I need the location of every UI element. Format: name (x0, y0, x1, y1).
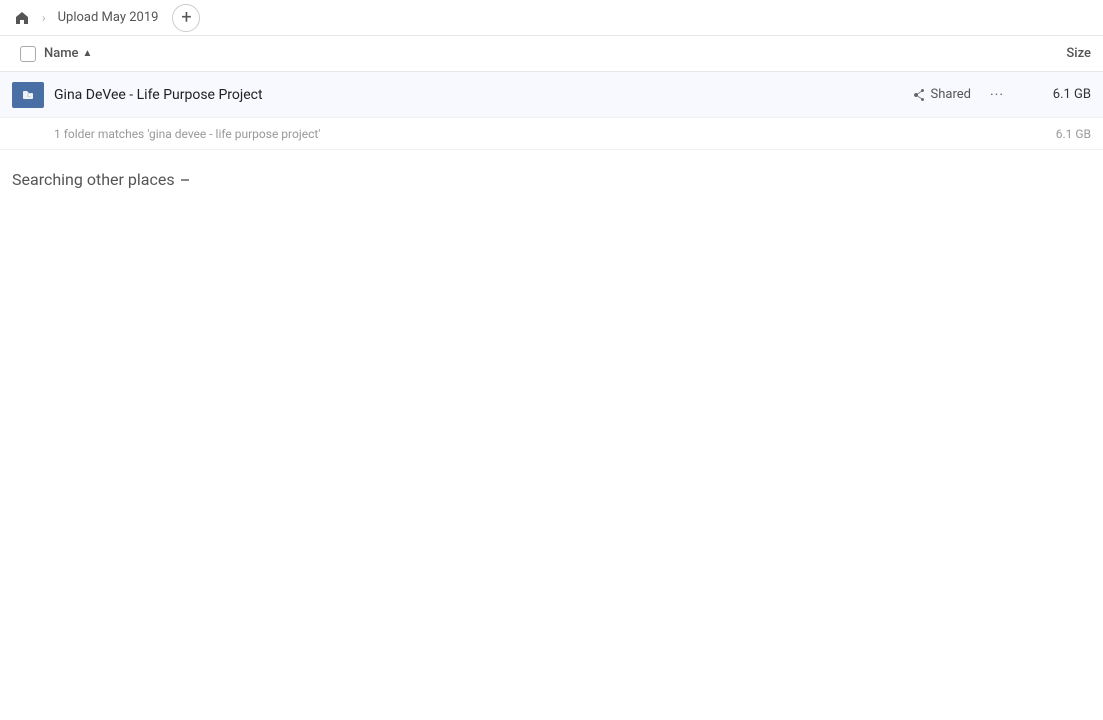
add-button[interactable]: + (172, 4, 200, 32)
home-icon (14, 10, 30, 26)
shared-badge: Shared (912, 87, 971, 102)
file-row[interactable]: Gina DeVee - Life Purpose Project Shared… (0, 72, 1103, 118)
summary-row: 1 folder matches 'gina devee - life purp… (0, 118, 1103, 150)
column-headers: Name ▲ Size (0, 36, 1103, 72)
top-bar: › Upload May 2019 + (0, 0, 1103, 36)
select-all-checkbox[interactable] (20, 46, 36, 62)
file-size: 6.1 GB (1011, 87, 1091, 102)
searching-label: Searching other places (12, 170, 1091, 189)
file-name: Gina DeVee - Life Purpose Project (44, 87, 912, 103)
breadcrumb-label[interactable]: Upload May 2019 (52, 8, 165, 27)
breadcrumb-separator: › (42, 11, 46, 25)
searching-section: Searching other places (0, 150, 1103, 201)
sort-arrow-icon: ▲ (83, 48, 93, 59)
shared-label: Shared (931, 87, 971, 102)
summary-text: 1 folder matches 'gina devee - life purp… (12, 127, 1011, 141)
link-in-folder-icon (21, 88, 35, 102)
name-column-header[interactable]: Name ▲ (44, 46, 1011, 61)
summary-size: 6.1 GB (1011, 127, 1091, 141)
share-link-icon (912, 88, 926, 102)
more-options-button[interactable]: ··· (983, 81, 1011, 109)
folder-icon (12, 82, 44, 108)
home-button[interactable] (8, 4, 36, 32)
searching-spinner (181, 179, 189, 181)
size-column-header[interactable]: Size (1011, 46, 1091, 61)
file-icon-col (12, 82, 44, 108)
header-checkbox-col (12, 46, 44, 62)
